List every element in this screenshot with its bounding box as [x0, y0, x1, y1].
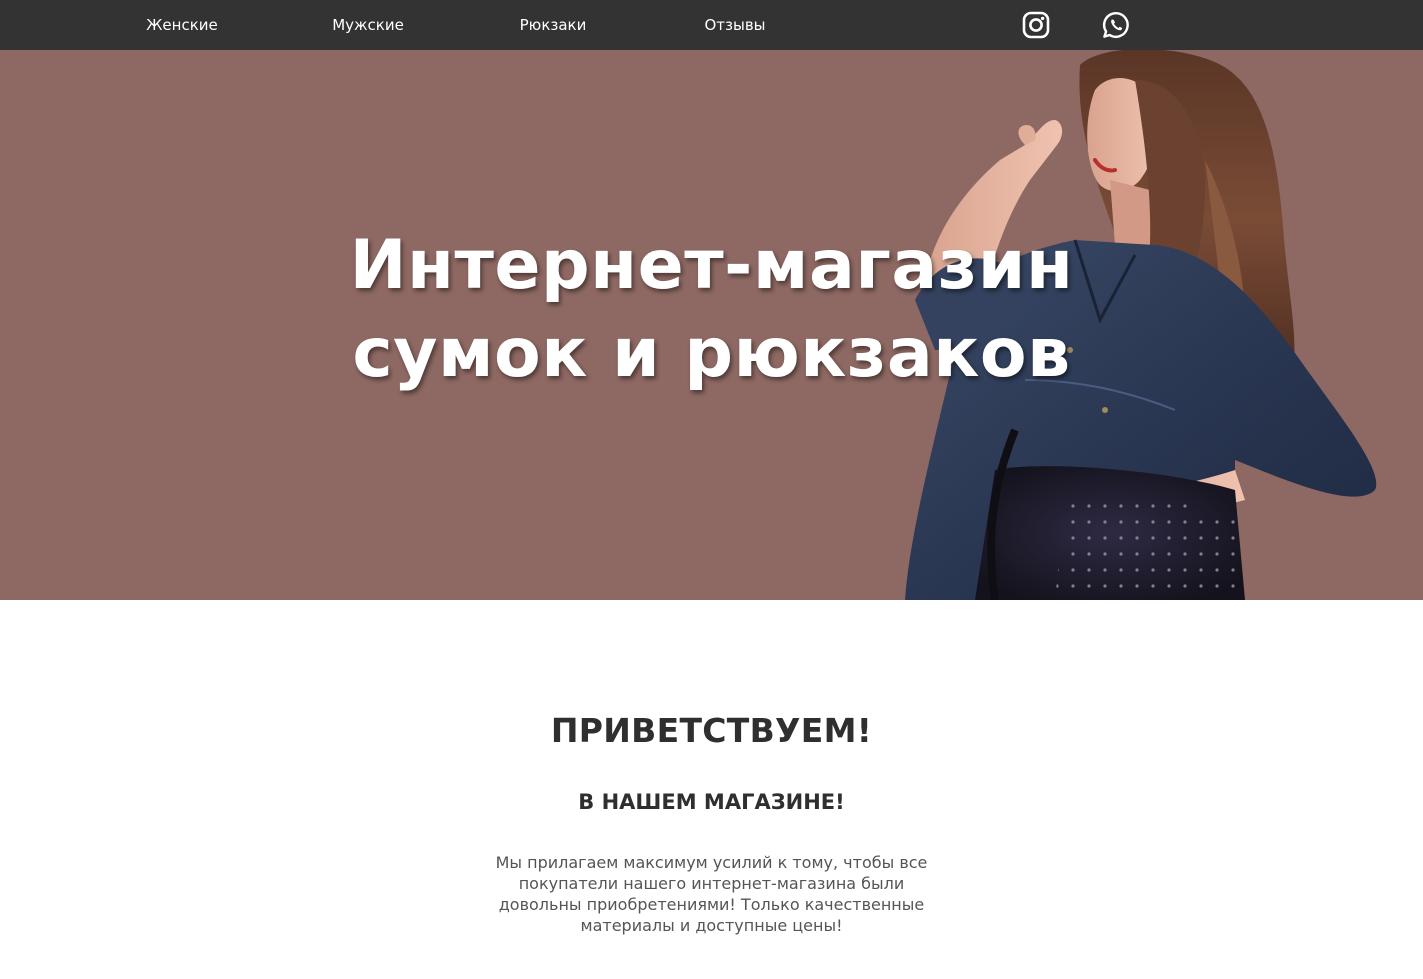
- welcome-heading: ПРИВЕТСТВУЕМ!: [550, 711, 873, 750]
- nav-link-women[interactable]: Женские: [107, 0, 257, 50]
- instagram-icon[interactable]: [1021, 10, 1051, 40]
- hero-title-line-1: Интернет-магазин: [349, 226, 1074, 305]
- welcome-text: Мы прилагаем максимум усилий к тому, что…: [495, 853, 928, 935]
- hero-title-line-2: сумок и рюкзаков: [352, 314, 1071, 393]
- whatsapp-icon[interactable]: [1101, 10, 1131, 40]
- nav-link-backpacks[interactable]: Рюкзаки: [478, 0, 628, 50]
- hero-title: Интернет-магазин сумок и рюкзаков: [230, 222, 1193, 398]
- top-nav: Женские Мужские Рюкзаки Отзывы: [0, 0, 1423, 50]
- hero-banner: Интернет-магазин сумок и рюкзаков: [0, 50, 1423, 600]
- welcome-subheading: В НАШЕМ МАГАЗИНЕ!: [578, 790, 845, 814]
- welcome-section: ПРИВЕТСТВУЕМ! В НАШЕМ МАГАЗИНЕ! Мы прила…: [0, 600, 1423, 979]
- nav-link-reviews[interactable]: Отзывы: [660, 0, 810, 50]
- nav-link-men[interactable]: Мужские: [293, 0, 443, 50]
